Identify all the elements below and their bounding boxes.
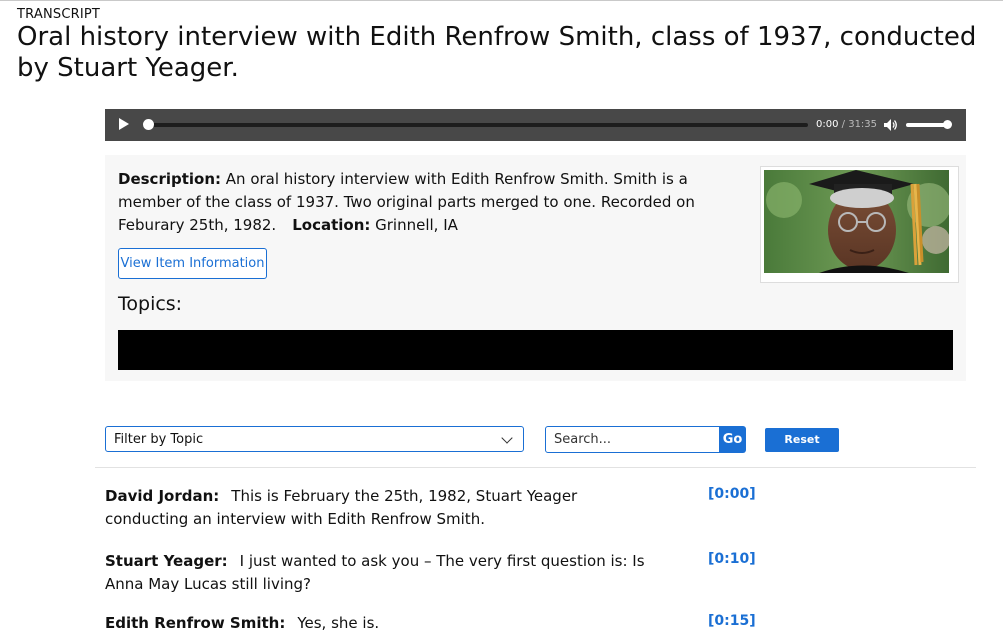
volume-icon[interactable] bbox=[884, 119, 898, 131]
speaker-name: Edith Renfrow Smith: bbox=[105, 614, 286, 632]
transcript-text: Yes, she is. bbox=[297, 614, 380, 632]
topic-filter-select[interactable]: Filter by Topic bbox=[105, 426, 524, 452]
item-description: Description: An oral history interview w… bbox=[118, 168, 730, 237]
section-eyebrow: TRANSCRIPT bbox=[17, 7, 101, 22]
view-item-information-button[interactable]: View Item Information bbox=[118, 248, 267, 279]
interviewee-photo bbox=[760, 166, 959, 283]
topics-bar bbox=[118, 330, 953, 370]
page-title: Oral history interview with Edith Renfro… bbox=[17, 22, 977, 83]
reset-filters-button[interactable]: Reset Filters bbox=[765, 428, 839, 470]
timestamp-link[interactable]: [0:00] bbox=[708, 486, 756, 502]
topic-filter-label: Filter by Topic bbox=[114, 432, 204, 447]
speaker-name: David Jordan: bbox=[105, 487, 220, 505]
current-time: 0:00 bbox=[816, 119, 839, 130]
portrait-image bbox=[764, 170, 949, 273]
seek-bar[interactable] bbox=[149, 123, 808, 127]
item-details-card: Description: An oral history interview w… bbox=[105, 155, 966, 381]
timestamp-link[interactable]: [0:10] bbox=[708, 551, 756, 567]
transcript-entry: Edith Renfrow Smith: Yes, she is. bbox=[105, 612, 665, 635]
volume-handle[interactable] bbox=[943, 120, 952, 129]
top-border bbox=[0, 0, 1003, 1]
location-text: Grinnell, IA bbox=[370, 216, 458, 234]
go-button[interactable]: Go bbox=[719, 426, 746, 453]
transcript-entry: Stuart Yeager: I just wanted to ask you –… bbox=[105, 550, 665, 596]
duration: 31:35 bbox=[848, 119, 878, 130]
seek-handle[interactable] bbox=[143, 119, 154, 130]
chevron-down-icon bbox=[501, 432, 513, 444]
time-readout: 0:00 / 31:35 bbox=[816, 118, 877, 132]
play-icon[interactable] bbox=[119, 118, 129, 130]
audio-player: 0:00 / 31:35 bbox=[105, 109, 966, 141]
topics-label: Topics: bbox=[118, 293, 183, 315]
time-separator: / bbox=[838, 119, 849, 130]
search-input[interactable] bbox=[545, 426, 720, 453]
transcript-entry: David Jordan: This is February the 25th, … bbox=[105, 485, 665, 531]
description-label: Description: bbox=[118, 170, 222, 188]
location-label: Location: bbox=[292, 216, 371, 234]
speaker-name: Stuart Yeager: bbox=[105, 552, 228, 570]
divider bbox=[95, 467, 976, 468]
